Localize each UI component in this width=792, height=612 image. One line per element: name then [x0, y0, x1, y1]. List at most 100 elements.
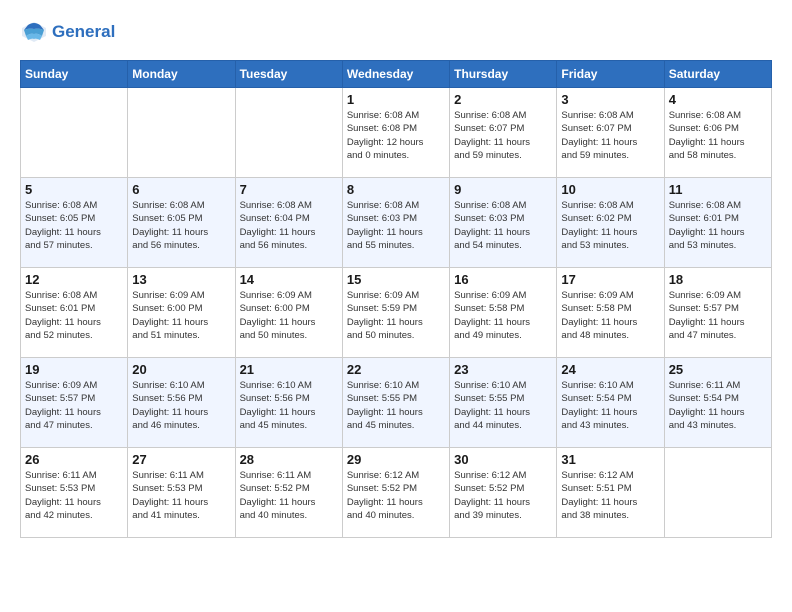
day-info: Sunrise: 6:09 AM Sunset: 5:57 PM Dayligh…: [25, 379, 123, 432]
calendar-week-row: 12 Sunrise: 6:08 AM Sunset: 6:01 PM Dayli…: [21, 268, 772, 358]
day-info: Sunrise: 6:08 AM Sunset: 6:08 PM Dayligh…: [347, 109, 445, 162]
calendar-cell: 18 Sunrise: 6:09 AM Sunset: 5:57 PM Dayli…: [664, 268, 771, 358]
weekday-header: Thursday: [450, 61, 557, 88]
calendar-cell: 30Sunrise: 6:12 AM Sunset: 5:52 PM Dayli…: [450, 448, 557, 538]
day-number: 23: [454, 362, 552, 377]
day-info: Sunrise: 6:08 AM Sunset: 6:03 PM Dayligh…: [347, 199, 445, 252]
calendar-cell: 23 Sunrise: 6:10 AM Sunset: 5:55 PM Dayli…: [450, 358, 557, 448]
day-number: 12: [25, 272, 123, 287]
day-info: Sunrise: 6:08 AM Sunset: 6:01 PM Dayligh…: [669, 199, 767, 252]
calendar-week-row: 19 Sunrise: 6:09 AM Sunset: 5:57 PM Dayli…: [21, 358, 772, 448]
day-number: 9: [454, 182, 552, 197]
day-number: 27: [132, 452, 230, 467]
day-number: 24: [561, 362, 659, 377]
page-header: General: [20, 20, 772, 44]
day-info: Sunrise: 6:08 AM Sunset: 6:07 PM Dayligh…: [561, 109, 659, 162]
calendar-cell: 1 Sunrise: 6:08 AM Sunset: 6:08 PM Daylig…: [342, 88, 449, 178]
day-number: 28: [240, 452, 338, 467]
weekday-header: Saturday: [664, 61, 771, 88]
weekday-header-row: SundayMondayTuesdayWednesdayThursdayFrid…: [21, 61, 772, 88]
day-number: 22: [347, 362, 445, 377]
day-info: Sunrise: 6:12 AM Sunset: 5:52 PM Dayligh…: [347, 469, 445, 522]
day-info: Sunrise: 6:12 AM Sunset: 5:52 PM Dayligh…: [454, 469, 552, 522]
day-number: 8: [347, 182, 445, 197]
calendar-cell: 12 Sunrise: 6:08 AM Sunset: 6:01 PM Dayli…: [21, 268, 128, 358]
logo: General: [20, 20, 115, 44]
day-number: 13: [132, 272, 230, 287]
day-number: 14: [240, 272, 338, 287]
day-number: 5: [25, 182, 123, 197]
day-number: 19: [25, 362, 123, 377]
calendar-table: SundayMondayTuesdayWednesdayThursdayFrid…: [20, 60, 772, 538]
calendar-cell: 25Sunrise: 6:11 AM Sunset: 5:54 PM Dayli…: [664, 358, 771, 448]
calendar-cell: 29 Sunrise: 6:12 AM Sunset: 5:52 PM Dayli…: [342, 448, 449, 538]
day-number: 4: [669, 92, 767, 107]
day-number: 21: [240, 362, 338, 377]
day-number: 3: [561, 92, 659, 107]
day-info: Sunrise: 6:09 AM Sunset: 6:00 PM Dayligh…: [132, 289, 230, 342]
day-info: Sunrise: 6:08 AM Sunset: 6:06 PM Dayligh…: [669, 109, 767, 162]
day-info: Sunrise: 6:09 AM Sunset: 5:58 PM Dayligh…: [454, 289, 552, 342]
calendar-cell: 14 Sunrise: 6:09 AM Sunset: 6:00 PM Dayli…: [235, 268, 342, 358]
day-number: 31: [561, 452, 659, 467]
calendar-cell: 6 Sunrise: 6:08 AM Sunset: 6:05 PM Daylig…: [128, 178, 235, 268]
weekday-header: Friday: [557, 61, 664, 88]
calendar-week-row: 5 Sunrise: 6:08 AM Sunset: 6:05 PM Daylig…: [21, 178, 772, 268]
day-info: Sunrise: 6:09 AM Sunset: 5:59 PM Dayligh…: [347, 289, 445, 342]
calendar-cell: [128, 88, 235, 178]
calendar-cell: 27 Sunrise: 6:11 AM Sunset: 5:53 PM Dayli…: [128, 448, 235, 538]
day-number: 1: [347, 92, 445, 107]
day-info: Sunrise: 6:11 AM Sunset: 5:53 PM Dayligh…: [25, 469, 123, 522]
calendar-cell: 5 Sunrise: 6:08 AM Sunset: 6:05 PM Daylig…: [21, 178, 128, 268]
calendar-cell: 20 Sunrise: 6:10 AM Sunset: 5:56 PM Dayli…: [128, 358, 235, 448]
day-info: Sunrise: 6:09 AM Sunset: 5:58 PM Dayligh…: [561, 289, 659, 342]
day-number: 26: [25, 452, 123, 467]
day-info: Sunrise: 6:11 AM Sunset: 5:54 PM Dayligh…: [669, 379, 767, 432]
calendar-cell: 13 Sunrise: 6:09 AM Sunset: 6:00 PM Dayli…: [128, 268, 235, 358]
calendar-cell: 19 Sunrise: 6:09 AM Sunset: 5:57 PM Dayli…: [21, 358, 128, 448]
calendar-cell: 17 Sunrise: 6:09 AM Sunset: 5:58 PM Dayli…: [557, 268, 664, 358]
day-info: Sunrise: 6:10 AM Sunset: 5:56 PM Dayligh…: [240, 379, 338, 432]
day-info: Sunrise: 6:08 AM Sunset: 6:05 PM Dayligh…: [132, 199, 230, 252]
day-info: Sunrise: 6:10 AM Sunset: 5:55 PM Dayligh…: [454, 379, 552, 432]
day-info: Sunrise: 6:08 AM Sunset: 6:03 PM Dayligh…: [454, 199, 552, 252]
day-info: Sunrise: 6:08 AM Sunset: 6:04 PM Dayligh…: [240, 199, 338, 252]
day-number: 10: [561, 182, 659, 197]
weekday-header: Monday: [128, 61, 235, 88]
weekday-header: Sunday: [21, 61, 128, 88]
weekday-header: Tuesday: [235, 61, 342, 88]
weekday-header: Wednesday: [342, 61, 449, 88]
logo-text: General: [52, 22, 115, 42]
calendar-week-row: 26 Sunrise: 6:11 AM Sunset: 5:53 PM Dayli…: [21, 448, 772, 538]
day-info: Sunrise: 6:10 AM Sunset: 5:54 PM Dayligh…: [561, 379, 659, 432]
calendar-cell: 9 Sunrise: 6:08 AM Sunset: 6:03 PM Daylig…: [450, 178, 557, 268]
day-info: Sunrise: 6:11 AM Sunset: 5:53 PM Dayligh…: [132, 469, 230, 522]
calendar-cell: 28Sunrise: 6:11 AM Sunset: 5:52 PM Dayli…: [235, 448, 342, 538]
day-info: Sunrise: 6:08 AM Sunset: 6:01 PM Dayligh…: [25, 289, 123, 342]
calendar-cell: [21, 88, 128, 178]
calendar-cell: 3 Sunrise: 6:08 AM Sunset: 6:07 PM Daylig…: [557, 88, 664, 178]
day-number: 16: [454, 272, 552, 287]
day-number: 17: [561, 272, 659, 287]
day-info: Sunrise: 6:09 AM Sunset: 6:00 PM Dayligh…: [240, 289, 338, 342]
calendar-cell: 2Sunrise: 6:08 AM Sunset: 6:07 PM Daylig…: [450, 88, 557, 178]
calendar-cell: 26 Sunrise: 6:11 AM Sunset: 5:53 PM Dayli…: [21, 448, 128, 538]
calendar-cell: 7Sunrise: 6:08 AM Sunset: 6:04 PM Daylig…: [235, 178, 342, 268]
day-number: 15: [347, 272, 445, 287]
calendar-cell: 4 Sunrise: 6:08 AM Sunset: 6:06 PM Daylig…: [664, 88, 771, 178]
calendar-cell: [664, 448, 771, 538]
calendar-cell: 21 Sunrise: 6:10 AM Sunset: 5:56 PM Dayli…: [235, 358, 342, 448]
day-info: Sunrise: 6:08 AM Sunset: 6:02 PM Dayligh…: [561, 199, 659, 252]
calendar-cell: [235, 88, 342, 178]
day-info: Sunrise: 6:08 AM Sunset: 6:05 PM Dayligh…: [25, 199, 123, 252]
calendar-cell: 8 Sunrise: 6:08 AM Sunset: 6:03 PM Daylig…: [342, 178, 449, 268]
day-number: 18: [669, 272, 767, 287]
day-info: Sunrise: 6:09 AM Sunset: 5:57 PM Dayligh…: [669, 289, 767, 342]
day-number: 6: [132, 182, 230, 197]
day-info: Sunrise: 6:10 AM Sunset: 5:56 PM Dayligh…: [132, 379, 230, 432]
day-info: Sunrise: 6:10 AM Sunset: 5:55 PM Dayligh…: [347, 379, 445, 432]
day-number: 20: [132, 362, 230, 377]
day-number: 11: [669, 182, 767, 197]
day-number: 29: [347, 452, 445, 467]
logo-icon: [20, 20, 48, 44]
